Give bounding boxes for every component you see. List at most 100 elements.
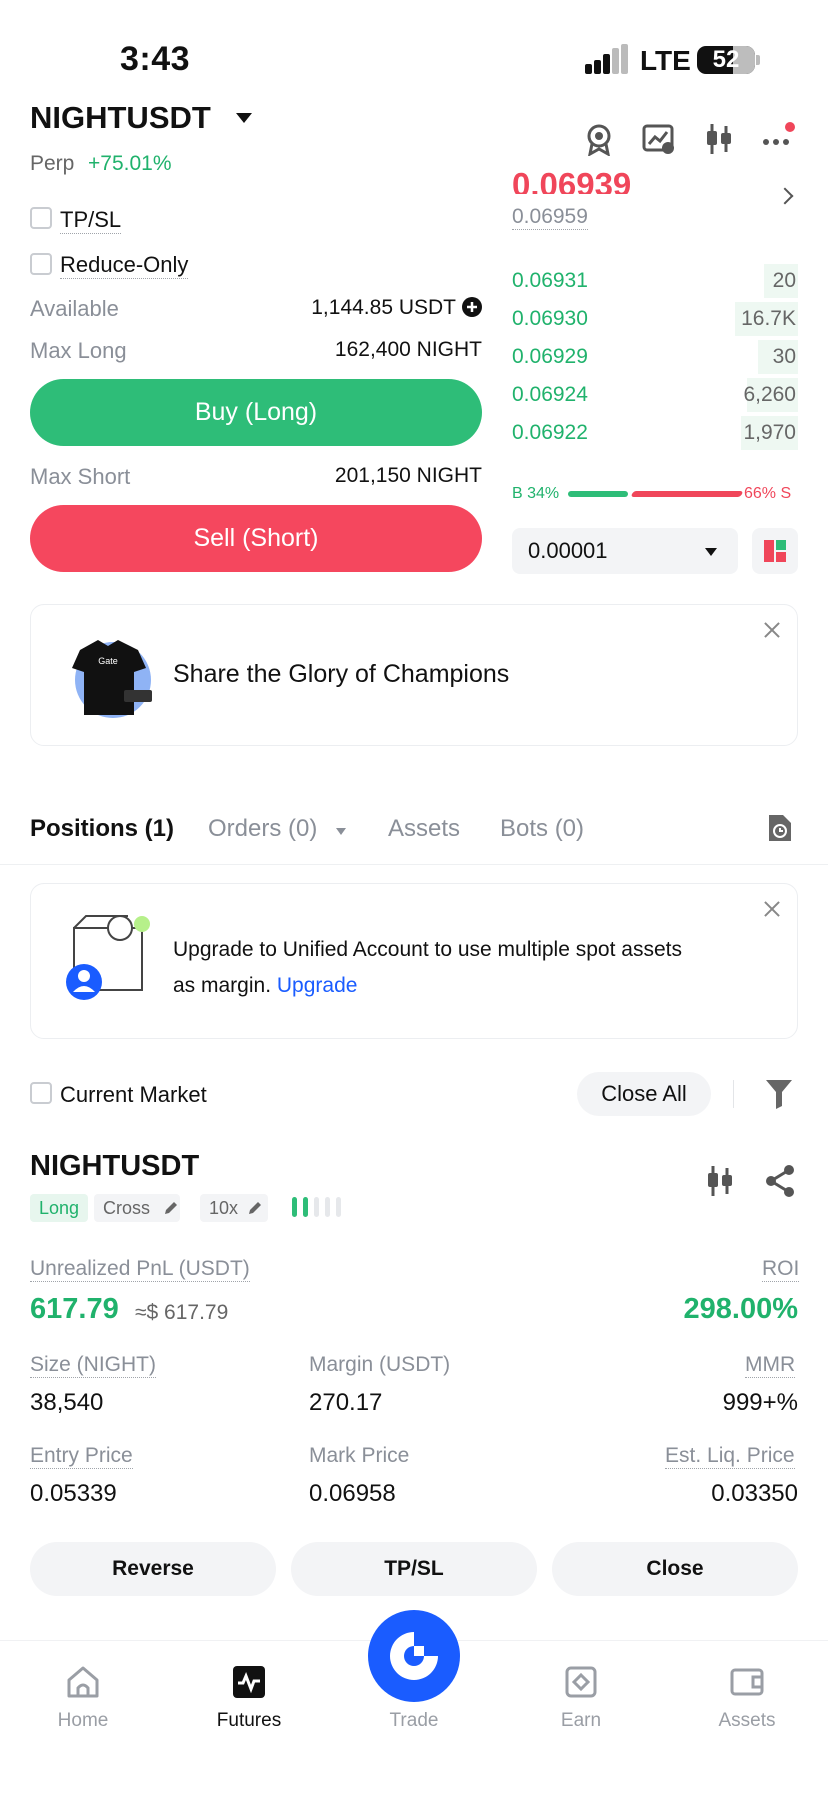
orderbook-bid-row[interactable]: 0.06931 20 [512, 264, 798, 298]
chart-settings-icon[interactable] [642, 122, 676, 156]
home-icon[interactable] [65, 1664, 101, 1700]
bid-price: 0.06922 [512, 421, 588, 444]
orderbook-bid-row[interactable]: 0.06922 1,970 [512, 416, 798, 450]
unified-account-icon [66, 915, 150, 1000]
tpsl-label[interactable]: TP/SL [60, 207, 122, 234]
pnl-label[interactable]: Unrealized PnL (USDT) [30, 1257, 250, 1282]
liq-price-label[interactable]: Est. Liq. Price [665, 1444, 795, 1469]
bid-price: 0.06929 [512, 345, 588, 368]
tshirt-icon: Gate [72, 640, 152, 718]
available-value: 1,144.85 USDT [311, 296, 456, 319]
mark-price-label: Mark Price [309, 1444, 410, 1467]
reverse-button[interactable]: Reverse [30, 1542, 276, 1596]
mmr-label[interactable]: MMR [745, 1353, 796, 1378]
bid-price: 0.06930 [512, 307, 588, 330]
orderbook-bid-row[interactable]: 0.06924 6,260 [512, 378, 798, 412]
book-layout-icon [764, 540, 786, 562]
max-long-label: Max Long [30, 338, 127, 363]
nav-assets[interactable]: Assets [692, 1710, 802, 1732]
bid-price: 0.06924 [512, 383, 588, 406]
reduce-only-label[interactable]: Reduce-Only [60, 252, 189, 279]
close-all-button[interactable]: Close All [577, 1072, 711, 1116]
status-time: 3:43 [120, 40, 191, 78]
margin-mode-label: Cross [103, 1198, 151, 1218]
share-icon[interactable] [763, 1164, 797, 1198]
book-layout-button[interactable] [752, 528, 798, 574]
tpsl-checkbox[interactable] [30, 207, 52, 229]
nav-trade[interactable]: Trade [359, 1710, 469, 1732]
add-funds-icon[interactable] [462, 297, 482, 317]
buy-long-button[interactable]: Buy (Long) [30, 379, 482, 446]
earn-icon[interactable] [563, 1664, 599, 1700]
pair-dropdown-icon[interactable] [236, 113, 252, 123]
upgrade-text-line1: Upgrade to Unified Account to use multip… [173, 938, 682, 961]
pair-title[interactable]: NIGHTUSDT [30, 100, 211, 136]
current-market-checkbox[interactable] [30, 1082, 52, 1104]
margin-value: 270.17 [309, 1389, 383, 1416]
mmr-value: 999+% [722, 1389, 798, 1416]
battery-level: 52 [712, 46, 740, 73]
chevron-down-icon[interactable] [705, 548, 717, 556]
upgrade-text-line2: as margin. [173, 974, 272, 997]
futures-icon[interactable] [231, 1664, 267, 1700]
assets-icon[interactable] [729, 1664, 765, 1700]
nav-home[interactable]: Home [28, 1710, 138, 1732]
tpsl-button[interactable]: TP/SL [291, 1542, 537, 1596]
pnl-value: 617.79 [30, 1293, 119, 1325]
chevron-right-icon[interactable] [776, 187, 794, 205]
edit-icon[interactable] [163, 1200, 179, 1216]
max-short-label: Max Short [30, 464, 131, 489]
contract-type: Perp [30, 152, 75, 175]
bid-quantity: 30 [772, 345, 796, 368]
buy-ratio-bar [568, 491, 628, 497]
edit-icon[interactable] [247, 1200, 263, 1216]
liq-price-value: 0.03350 [711, 1480, 798, 1507]
candlestick-icon[interactable] [703, 1164, 737, 1198]
margin-label: Margin (USDT) [309, 1353, 451, 1376]
upgrade-link[interactable]: Upgrade [277, 974, 358, 997]
filter-divider [733, 1080, 734, 1108]
award-icon[interactable] [582, 122, 616, 156]
network-type: LTE [640, 45, 691, 76]
roi-label[interactable]: ROI [762, 1257, 800, 1282]
history-icon[interactable] [765, 813, 793, 843]
candlestick-icon[interactable] [702, 122, 736, 156]
side-badge: Long [30, 1194, 89, 1222]
size-label[interactable]: Size (NIGHT) [30, 1353, 156, 1378]
tab-orders[interactable]: Orders (0) [208, 815, 317, 843]
entry-price-label[interactable]: Entry Price [30, 1444, 133, 1469]
tab-assets[interactable]: Assets [388, 815, 460, 843]
bid-quantity: 1,970 [743, 421, 796, 444]
buy-ratio: B 34% [512, 485, 560, 502]
reduce-only-checkbox[interactable] [30, 253, 52, 275]
tab-positions[interactable]: Positions (1) [30, 815, 174, 843]
sell-ratio: 66% S [744, 485, 792, 502]
notification-dot [785, 122, 795, 132]
tab-bots[interactable]: Bots (0) [500, 815, 584, 843]
tshirt-brand: Gate [98, 656, 118, 666]
close-icon[interactable] [762, 620, 782, 640]
position-symbol[interactable]: NIGHTUSDT [30, 1150, 199, 1183]
promo-text[interactable]: Share the Glory of Champions [173, 660, 509, 689]
nav-earn[interactable]: Earn [526, 1710, 636, 1732]
nav-futures[interactable]: Futures [194, 1710, 304, 1732]
max-long-value: 162,400 NIGHT [334, 338, 482, 361]
close-position-button[interactable]: Close [552, 1542, 798, 1596]
current-market-label[interactable]: Current Market [60, 1082, 207, 1108]
battery-icon: 52 [697, 46, 760, 74]
mark-price[interactable]: 0.06959 [512, 205, 588, 230]
sell-ratio-bar [630, 491, 744, 497]
signal-icon [585, 44, 629, 74]
roi-value: 298.00% [683, 1293, 799, 1325]
max-short-value: 201,150 NIGHT [334, 464, 482, 487]
mark-price-value: 0.06958 [309, 1480, 396, 1507]
entry-price-value: 0.05339 [30, 1480, 117, 1507]
orderbook-bid-row[interactable]: 0.06929 30 [512, 340, 798, 374]
filter-icon[interactable] [764, 1078, 794, 1110]
sell-short-button[interactable]: Sell (Short) [30, 505, 482, 572]
close-icon[interactable] [762, 899, 782, 919]
trade-button[interactable] [368, 1610, 460, 1702]
orderbook-bid-row[interactable]: 0.06930 16.7K [512, 302, 798, 336]
bid-quantity: 16.7K [741, 307, 796, 330]
orders-dropdown-icon[interactable] [336, 828, 346, 835]
